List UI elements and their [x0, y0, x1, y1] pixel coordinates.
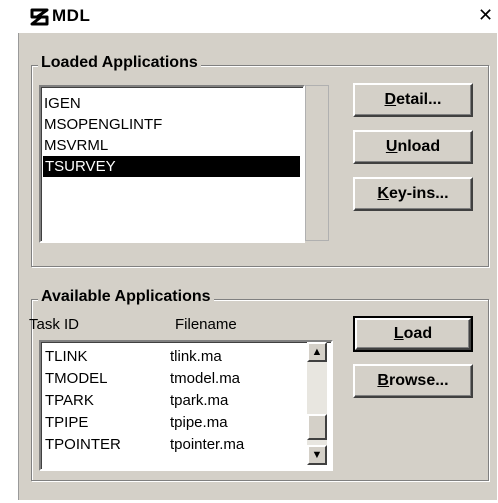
task-id-cell: TPARK [45, 392, 94, 409]
task-id-cell: TPIPE [45, 414, 89, 431]
filename-cell: tlink.ma [170, 348, 222, 365]
task-id-cell: TLINK [45, 348, 88, 365]
scroll-up-button[interactable]: ▲ [307, 342, 327, 362]
vertical-scrollbar[interactable]: ▲ ▼ [307, 342, 327, 465]
list-item[interactable]: MSVRML [44, 135, 108, 156]
up-arrow-icon: ▲ [311, 346, 323, 358]
filename-column-header: Filename [175, 316, 237, 333]
available-applications-list[interactable]: TLINK tlink.ma TMODEL tmodel.ma TPARK tp… [39, 340, 333, 471]
table-row[interactable]: TPIPE tpipe.ma [45, 412, 295, 434]
unload-button-label: Unload [385, 138, 441, 155]
filename-cell: tpipe.ma [170, 414, 228, 431]
title-bar[interactable]: MDL ✕ [0, 0, 498, 32]
task-id-cell: TPOINTER [45, 436, 121, 453]
table-row[interactable]: TPOINTER tpointer.ma [45, 434, 295, 456]
list-item[interactable]: MSOPENGLINTF [44, 114, 162, 135]
microstation-icon [30, 8, 49, 26]
load-button-label: Load [393, 325, 433, 342]
loaded-list-scroll-track[interactable] [305, 85, 329, 241]
scroll-down-button[interactable]: ▼ [307, 445, 327, 465]
task-id-cell: TMODEL [45, 370, 108, 387]
mdl-dialog: MDL ✕ Loaded Applications IGEN MSOPENGLI… [0, 0, 498, 503]
keyins-button[interactable]: Key-ins... [353, 177, 473, 211]
loaded-applications-label: Loaded Applications [38, 54, 201, 72]
detail-button[interactable]: Detail... [353, 83, 473, 117]
load-button[interactable]: Load [353, 316, 473, 352]
table-row[interactable]: TMODEL tmodel.ma [45, 368, 295, 390]
available-applications-label: Available Applications [38, 288, 214, 306]
window-title: MDL [52, 6, 91, 25]
detail-button-label: Detail... [384, 91, 442, 108]
table-row[interactable]: TPARK tpark.ma [45, 390, 295, 412]
list-item-selected[interactable]: TSURVEY [43, 156, 300, 177]
task-id-column-header: Task ID [29, 316, 80, 333]
filename-cell: tpointer.ma [170, 436, 245, 453]
filename-cell: tmodel.ma [170, 370, 241, 387]
list-item[interactable]: IGEN [44, 93, 81, 114]
loaded-applications-list[interactable]: IGEN MSOPENGLINTF MSVRML TSURVEY [39, 85, 305, 243]
table-row[interactable]: TLINK tlink.ma [45, 346, 295, 368]
browse-button[interactable]: Browse... [353, 364, 473, 398]
keyins-button-label: Key-ins... [377, 185, 449, 202]
filename-cell: tpark.ma [170, 392, 229, 409]
browse-button-label: Browse... [377, 372, 449, 389]
down-arrow-icon: ▼ [311, 449, 323, 461]
dialog-body: Loaded Applications IGEN MSOPENGLINTF MS… [18, 33, 497, 500]
scroll-thumb[interactable] [307, 414, 327, 440]
unload-button[interactable]: Unload [353, 130, 473, 164]
close-icon[interactable]: ✕ [478, 5, 493, 26]
